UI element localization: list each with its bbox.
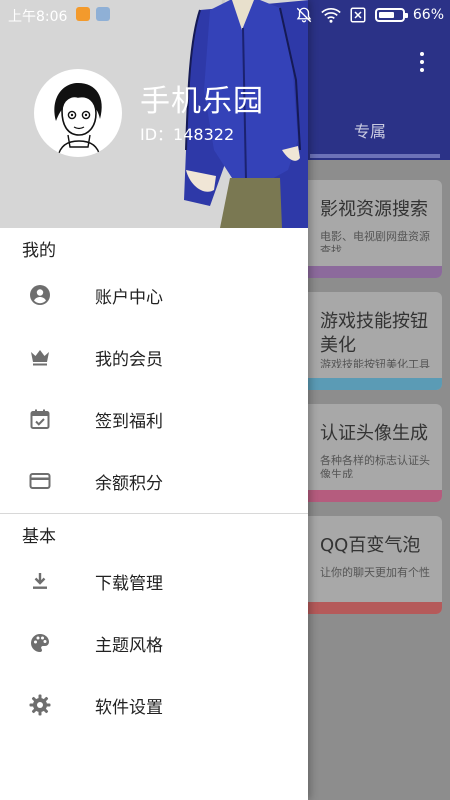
account-circle-icon [30,285,50,305]
drawer-item-theme[interactable]: 主题风格 [0,612,308,674]
drawer-item-balance-points[interactable]: 余额积分 [0,450,308,512]
card-desc: 电影、电视剧网盘资源查找 [320,230,430,252]
notification-app-icon [76,7,90,21]
card-title: 影视资源搜索 [320,199,428,220]
card-accent-bar [300,490,442,502]
card-accent-bar [300,378,442,390]
wifi-icon [321,8,341,23]
status-time: 上午8:06 [8,9,68,25]
section-title-basic: 基本 [22,527,56,547]
no-sim-icon [350,7,366,23]
card-desc: 游戏技能按钮美化工具 [320,358,430,368]
drawer-item-settings[interactable]: 软件设置 [0,674,308,736]
drawer-item-check-in[interactable]: 签到福利 [0,388,308,450]
tab-indicator [310,154,440,158]
section-title-mine: 我的 [22,241,56,261]
status-bar: 上午8:06 66% [0,0,450,30]
user-avatar[interactable] [34,69,122,157]
drawer-item-label: 签到福利 [95,412,163,432]
feature-card[interactable]: QQ百变气泡 让你的聊天更加有个性 [300,516,442,614]
credit-card-icon [29,473,51,489]
feature-card[interactable]: 影视资源搜索 电影、电视剧网盘资源查找 [300,180,442,278]
card-accent-bar [300,602,442,614]
drawer-item-label: 下载管理 [95,574,163,594]
user-name: 手机乐园 [140,84,264,119]
feature-card[interactable]: 游戏技能按钮美化 游戏技能按钮美化工具 [300,292,442,390]
user-id: ID：148322 [140,125,235,144]
drawer-item-downloads[interactable]: 下载管理 [0,550,308,612]
battery-icon [374,8,408,22]
calendar-check-icon [30,409,50,429]
card-desc: 让你的聊天更加有个性 [320,566,430,579]
card-title: QQ百变气泡 [320,535,421,556]
drawer-item-label: 余额积分 [95,474,163,494]
section-divider [0,513,308,514]
download-icon [33,573,47,589]
settings-icon [29,694,51,716]
card-accent-bar [300,266,442,278]
mute-bell-icon [296,7,312,23]
drawer-header: 手机乐园 ID：148322 [0,0,308,228]
feature-card[interactable]: 认证头像生成 各种各样的标志认证头像生成 [300,404,442,502]
battery-percent: 66% [412,7,444,23]
drawer-item-label: 软件设置 [95,698,163,718]
notification-app-icon [96,7,110,21]
drawer-item-label: 主题风格 [95,636,163,656]
drawer-item-label: 我的会员 [95,350,163,370]
drawer-item-account-center[interactable]: 账户中心 [0,264,308,326]
drawer-item-membership[interactable]: 我的会员 [0,326,308,388]
card-title: 游戏技能按钮美化 [320,311,428,356]
crown-icon [31,350,49,366]
drawer-item-label: 账户中心 [95,288,163,308]
more-options-icon[interactable] [414,52,430,76]
card-desc: 各种各样的标志认证头像生成 [320,454,430,478]
tab-exclusive[interactable]: 专属 [340,118,400,142]
card-title: 认证头像生成 [320,423,428,444]
palette-icon [31,634,49,652]
navigation-drawer: 手机乐园 ID：148322 我的 账户中心 我的会员 签到福利 余额积分 基本… [0,0,308,800]
